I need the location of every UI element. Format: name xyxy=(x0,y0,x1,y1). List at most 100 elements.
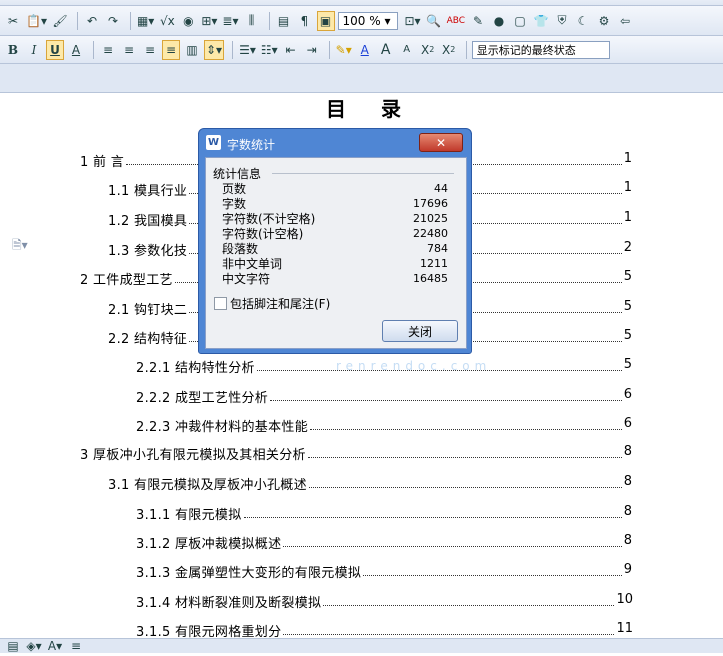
numbered-list-icon[interactable]: ☰▾ xyxy=(238,40,257,60)
underline-button[interactable]: U xyxy=(46,39,64,60)
increase-indent-icon[interactable]: ⇥ xyxy=(303,40,321,60)
group-divider xyxy=(272,173,454,174)
toc-page-number: 10 xyxy=(616,592,633,607)
include-footnotes-label: 包括脚注和尾注(F) xyxy=(230,297,331,311)
superscript-button[interactable]: X2 xyxy=(419,40,437,60)
toc-entry[interactable]: 3.1.2 厚板冲裁模拟概述 xyxy=(136,533,281,552)
find-icon[interactable]: 🔍 xyxy=(425,11,443,31)
toolbar-separator xyxy=(76,11,78,30)
align-center-icon[interactable]: ≡ xyxy=(120,40,138,60)
insert-icon[interactable]: ▤ xyxy=(275,11,293,31)
toc-entry[interactable]: 2.2.2 成型工艺性分析 xyxy=(136,387,268,406)
decrease-indent-icon[interactable]: ⇤ xyxy=(282,40,300,60)
moon-icon[interactable]: ☾ xyxy=(574,11,592,31)
highlight-text-button[interactable]: A xyxy=(67,40,85,60)
toc-page-number: 11 xyxy=(616,621,633,636)
subscript-button[interactable]: X2 xyxy=(440,40,458,60)
toc-entry[interactable]: 2.1 钩钉块二 xyxy=(108,299,187,318)
zoom-icon[interactable]: ⊡▾ xyxy=(404,11,422,31)
toc-entry[interactable]: 3 厚板冲小孔有限元模拟及其相关分析 xyxy=(80,444,306,463)
toolbar-separator xyxy=(93,40,94,59)
chart-icon[interactable]: ⫼ xyxy=(243,11,261,31)
columns-icon[interactable]: ≣▾ xyxy=(221,11,239,31)
toc-page-number: 6 xyxy=(623,387,632,402)
wps-writer-icon: W xyxy=(206,135,221,150)
toolbar-separator xyxy=(129,11,131,30)
stat-label: 页数 xyxy=(222,182,247,196)
color-icon[interactable]: ● xyxy=(490,11,508,31)
toc-leader xyxy=(283,546,622,547)
toc-entry[interactable]: 3.1 有限元模拟及厚板冲小孔概述 xyxy=(108,474,307,493)
spellcheck-icon[interactable]: ABC xyxy=(446,11,466,31)
stat-value: 21025 xyxy=(413,212,448,225)
toc-entry[interactable]: 1.3 参数化技 xyxy=(108,240,187,259)
toolbar-separator xyxy=(465,40,467,59)
align-right-icon[interactable]: ≡ xyxy=(141,40,159,60)
toc-entry[interactable]: 2.2 结构特征 xyxy=(108,328,187,347)
shield-icon[interactable]: ⛨ xyxy=(553,11,571,31)
table-icon[interactable]: ▦▾ xyxy=(136,11,155,31)
distribute-icon[interactable]: ▥ xyxy=(183,40,201,60)
toc-entry[interactable]: 1 前 言 xyxy=(80,151,124,170)
zoom-select[interactable]: 100 % ▾ xyxy=(337,11,398,30)
close-icon[interactable]: ✕ xyxy=(419,133,463,152)
arrow-icon[interactable]: ⇦ xyxy=(616,11,634,31)
stat-label: 字符数(计空格) xyxy=(222,227,304,241)
frame-icon[interactable]: ▣ xyxy=(316,10,335,31)
pen-icon[interactable]: ▢ xyxy=(511,11,529,31)
line-spacing-icon[interactable]: ⇕▾ xyxy=(204,39,225,60)
settings-icon[interactable]: ⚙ xyxy=(595,11,613,31)
include-footnotes-checkbox[interactable] xyxy=(214,297,227,310)
italic-button[interactable]: I xyxy=(25,40,43,60)
toc-page-number: 1 xyxy=(623,180,632,195)
toc-entry[interactable]: 3.1.4 材料断裂准则及断裂模拟 xyxy=(136,592,321,611)
stat-label: 非中文单词 xyxy=(222,257,283,271)
draw-icon[interactable]: ▤ xyxy=(4,636,22,656)
line-style-icon[interactable]: ≡ xyxy=(67,636,85,656)
toolbar-separator xyxy=(268,11,270,30)
toc-leader xyxy=(363,575,622,576)
toc-leader xyxy=(257,370,622,371)
paste-icon[interactable]: 📋▾ xyxy=(25,11,48,31)
zoom-value: 100 % xyxy=(342,13,381,28)
show-markup-select[interactable]: 显示标记的最终状态 xyxy=(471,40,610,59)
toc-page-number: 5 xyxy=(623,328,632,343)
toc-entry[interactable]: 2.2.1 结构特性分析 xyxy=(136,357,255,376)
superscript-label: X xyxy=(421,42,430,57)
toc-entry[interactable]: 3.1.3 金属弹塑性大变形的有限元模拟 xyxy=(136,562,361,581)
grid-icon[interactable]: ⊞▾ xyxy=(200,11,218,31)
font-color-button[interactable]: A xyxy=(356,40,374,60)
shape-icon[interactable]: ✎ xyxy=(469,11,487,31)
toc-page-number: 1 xyxy=(623,210,632,225)
undo-icon[interactable]: ↶ xyxy=(83,11,101,31)
toc-entry[interactable]: 2 工件成型工艺 xyxy=(80,269,173,288)
document-margin-icon[interactable]: 🗎▾ xyxy=(12,236,28,257)
toc-entry[interactable]: 1.2 我国模具 xyxy=(108,210,187,229)
toolbar-separator xyxy=(232,40,234,59)
redo-icon[interactable]: ↷ xyxy=(104,11,122,31)
grow-font-button[interactable]: A xyxy=(377,40,395,60)
shirt-icon[interactable]: 👕 xyxy=(532,11,550,31)
formula-icon[interactable]: √x xyxy=(158,11,176,31)
font-color-icon[interactable]: A▾ xyxy=(46,636,64,656)
fill-icon[interactable]: ◈▾ xyxy=(25,636,43,656)
bullet-list-icon[interactable]: ☷▾ xyxy=(260,40,279,60)
highlighter-icon[interactable]: ✎▾ xyxy=(335,40,353,60)
justify-icon[interactable]: ≡ xyxy=(162,39,180,60)
toc-entry[interactable]: 2.2.3 冲裁件材料的基本性能 xyxy=(136,416,308,435)
toc-leader xyxy=(283,634,614,635)
paragraph-icon[interactable]: ¶ xyxy=(296,11,314,31)
scissors-icon[interactable]: ✂ xyxy=(4,11,22,31)
dialog-body: 统计信息 页数 44 字数 17696 字符数(不计空格) 21025 字符数(计空格) 22… xyxy=(205,157,467,349)
bold-button[interactable]: B xyxy=(4,40,22,60)
toc-entry[interactable]: 3.1.1 有限元模拟 xyxy=(136,504,242,523)
close-button[interactable]: 关闭 xyxy=(382,320,458,342)
person-icon[interactable]: ◉ xyxy=(179,11,197,31)
show-markup-value: 显示标记的最终状态 xyxy=(476,43,576,57)
format-painter-icon[interactable]: 🖌 xyxy=(51,11,69,31)
align-left-icon[interactable]: ≡ xyxy=(99,40,117,60)
stat-value: 22480 xyxy=(413,227,448,240)
dialog-titlebar[interactable]: W 字数统计 ✕ xyxy=(199,129,471,157)
toc-entry[interactable]: 1.1 模具行业 xyxy=(108,180,187,199)
shrink-font-button[interactable]: A xyxy=(398,40,416,60)
